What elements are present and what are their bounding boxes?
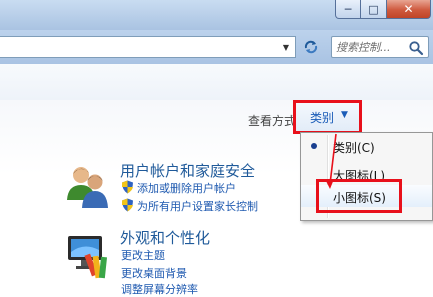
search-box[interactable] bbox=[331, 36, 429, 58]
view-by-dropdown[interactable]: 类别 ▼ bbox=[293, 100, 362, 134]
view-by-current: 类别 bbox=[310, 111, 335, 125]
category-title-appearance[interactable]: 外观和个性化 bbox=[120, 227, 210, 248]
address-toolbar: ▼ bbox=[0, 30, 433, 64]
uac-shield-icon bbox=[122, 198, 133, 212]
header-band bbox=[0, 64, 433, 101]
refresh-icon[interactable] bbox=[300, 36, 322, 58]
link-change-desktop-background[interactable]: 更改桌面背景 bbox=[121, 265, 187, 281]
small-icons-highlight bbox=[316, 179, 402, 213]
link-parental-controls[interactable]: 为所有用户设置家长控制 bbox=[137, 198, 258, 214]
uac-shield-icon bbox=[122, 180, 133, 194]
window-controls: ─ □ ✕ bbox=[335, 0, 431, 22]
radio-bullet-icon bbox=[311, 143, 317, 149]
menu-item-label: 类别(C) bbox=[333, 141, 375, 155]
search-input[interactable] bbox=[336, 38, 406, 56]
search-icon[interactable] bbox=[408, 40, 424, 56]
close-button[interactable]: ✕ bbox=[387, 0, 431, 19]
minimize-button[interactable]: ─ bbox=[335, 0, 361, 19]
address-dropdown-icon[interactable]: ▼ bbox=[279, 40, 293, 54]
address-bar[interactable]: ▼ bbox=[0, 36, 296, 58]
link-adjust-resolution[interactable]: 调整屏幕分辨率 bbox=[121, 281, 198, 297]
title-bar: ─ □ ✕ bbox=[0, 0, 433, 30]
users-icon[interactable] bbox=[64, 162, 112, 210]
chevron-down-icon: ▼ bbox=[341, 110, 348, 120]
maximize-button[interactable]: □ bbox=[361, 0, 387, 19]
link-add-remove-accounts[interactable]: 添加或删除用户帐户 bbox=[137, 180, 236, 196]
appearance-icon[interactable] bbox=[64, 230, 112, 280]
menu-item-category[interactable]: 类别(C) bbox=[301, 135, 432, 157]
category-title-users[interactable]: 用户帐户和家庭安全 bbox=[120, 160, 255, 181]
link-change-theme[interactable]: 更改主题 bbox=[121, 247, 165, 263]
view-by-label: 查看方式 bbox=[248, 114, 297, 128]
